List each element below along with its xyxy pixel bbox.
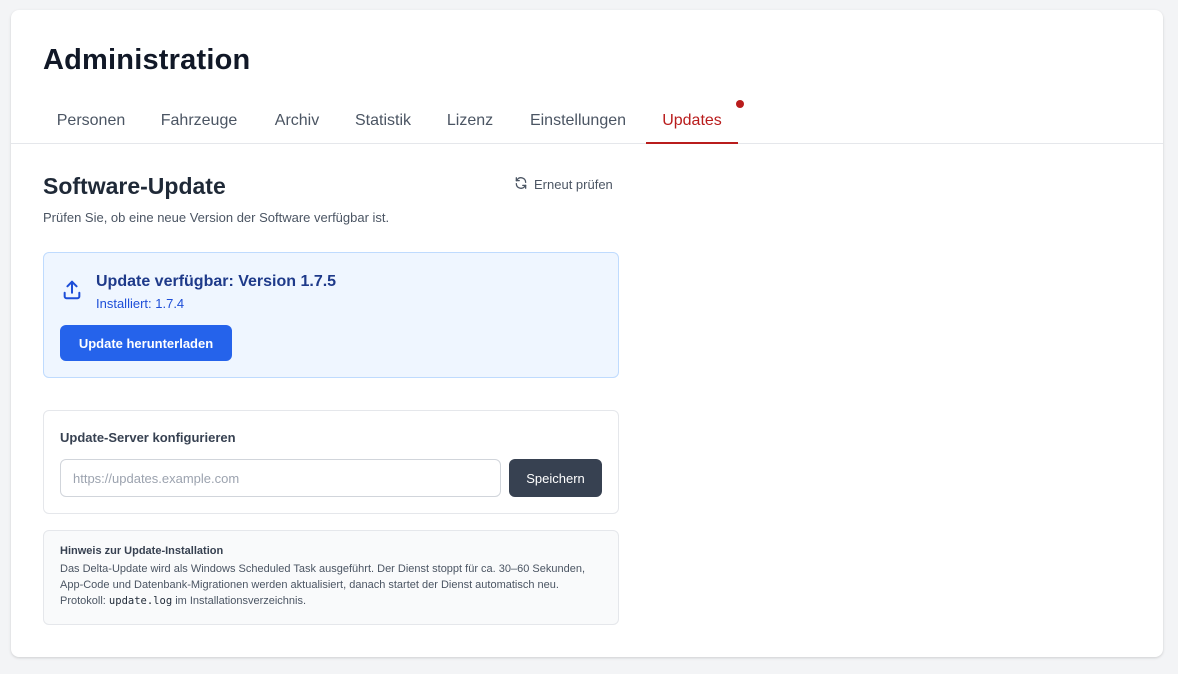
admin-card: Administration Personen Fahrzeuge Archiv… xyxy=(11,10,1163,657)
refresh-icon xyxy=(514,176,528,193)
tab-statistik[interactable]: Statistik xyxy=(341,106,425,144)
note-text: Das Delta-Update wird als Windows Schedu… xyxy=(60,561,590,609)
update-available-panel: Update verfügbar: Version 1.7.5 Installi… xyxy=(43,252,619,378)
installation-note: Hinweis zur Update-Installation Das Delt… xyxy=(43,530,619,625)
page-title: Administration xyxy=(43,44,251,76)
tab-einstellungen[interactable]: Einstellungen xyxy=(515,106,641,144)
note-title: Hinweis zur Update-Installation xyxy=(60,545,224,557)
save-button[interactable]: Speichern xyxy=(509,459,602,497)
recheck-button[interactable]: Erneut prüfen xyxy=(514,176,613,193)
section-title: Software-Update xyxy=(43,173,226,199)
update-server-url-input[interactable] xyxy=(60,459,501,497)
installed-version: Installiert: 1.7.4 xyxy=(96,296,185,311)
notification-dot xyxy=(736,100,744,108)
tab-lizenz[interactable]: Lizenz xyxy=(431,106,509,144)
recheck-label: Erneut prüfen xyxy=(534,177,613,192)
download-update-button[interactable]: Update herunterladen xyxy=(60,325,232,361)
tab-updates[interactable]: Updates xyxy=(646,100,744,144)
tab-updates-label: Updates xyxy=(662,112,722,129)
tab-bar: Personen Fahrzeuge Archiv Statistik Lize… xyxy=(11,100,1163,144)
log-file-name: update.log xyxy=(108,595,173,607)
note-text-after: im Installationsverzeichnis. xyxy=(172,595,307,607)
section-subtitle: Prüfen Sie, ob eine neue Version der Sof… xyxy=(43,210,390,225)
update-title: Update verfügbar: Version 1.7.5 xyxy=(96,273,337,290)
update-server-panel: Update-Server konfigurieren Speichern xyxy=(43,410,619,514)
tab-archiv[interactable]: Archiv xyxy=(259,106,335,144)
update-server-label: Update-Server konfigurieren xyxy=(60,430,236,445)
upload-icon xyxy=(61,279,83,301)
tab-fahrzeuge[interactable]: Fahrzeuge xyxy=(145,106,253,144)
tab-personen[interactable]: Personen xyxy=(43,106,139,144)
